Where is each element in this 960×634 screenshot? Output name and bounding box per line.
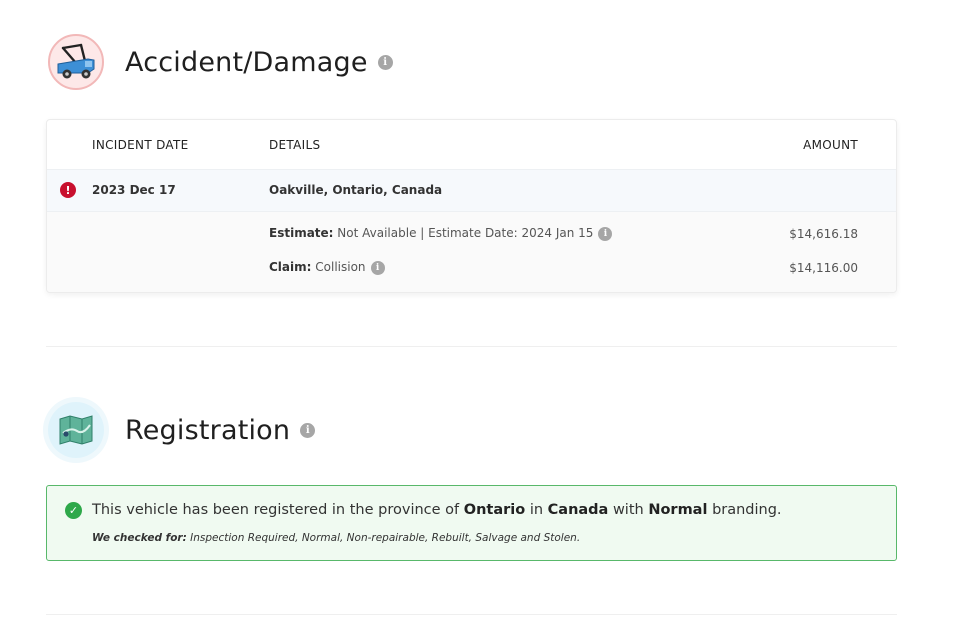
info-icon[interactable]: i xyxy=(370,260,385,275)
incident-details: Estimate: Not Available | Estimate Date:… xyxy=(47,212,896,292)
checked-for-list: Inspection Required, Normal, Non-repaira… xyxy=(190,532,581,544)
registration-message: This vehicle has been registered in the … xyxy=(92,502,782,518)
message-in: in xyxy=(529,502,544,518)
info-icon[interactable]: i xyxy=(300,422,316,438)
claim-label: Claim: xyxy=(269,260,312,274)
exclamation-circle-icon: ! xyxy=(60,182,76,198)
accident-section-header: Accident/Damage i xyxy=(48,34,393,90)
column-header-amount: AMOUNT xyxy=(803,138,858,152)
estimate-amount: $14,616.18 xyxy=(789,227,858,241)
claim-amount: $14,116.00 xyxy=(789,261,858,275)
message-prefix: This vehicle has been registered in the … xyxy=(92,502,460,518)
branding-status: Normal xyxy=(648,502,708,518)
estimate-value: Not Available | Estimate Date: 2024 Jan … xyxy=(337,226,594,240)
map-icon xyxy=(48,402,104,458)
estimate-label: Estimate: xyxy=(269,226,334,240)
message-with: with xyxy=(612,502,644,518)
message-suffix: branding. xyxy=(712,502,782,518)
table-row[interactable]: ! 2023 Dec 17 Oakville, Ontario, Canada xyxy=(47,169,896,212)
registration-status-box: ✓ This vehicle has been registered in th… xyxy=(46,485,897,561)
accident-table: INCIDENT DATE DETAILS AMOUNT ! 2023 Dec … xyxy=(46,119,897,293)
checked-for-note: We checked for: Inspection Required, Nor… xyxy=(92,532,580,544)
claim-line: Claim: Collision i xyxy=(269,260,385,275)
section-divider xyxy=(46,614,897,615)
claim-value: Collision xyxy=(315,260,366,274)
registration-section-header: Registration i xyxy=(48,402,316,458)
table-header-row: INCIDENT DATE DETAILS AMOUNT xyxy=(47,120,896,169)
province: Ontario xyxy=(463,502,526,518)
column-header-incident-date: INCIDENT DATE xyxy=(92,138,189,152)
country: Canada xyxy=(547,502,609,518)
section-title: Registration xyxy=(125,414,291,446)
page-title: Accident/Damage xyxy=(125,46,368,78)
checked-for-label: We checked for: xyxy=(92,532,187,544)
info-icon[interactable]: i xyxy=(377,54,393,70)
info-icon[interactable]: i xyxy=(598,226,613,241)
section-divider xyxy=(46,346,897,347)
incident-location: Oakville, Ontario, Canada xyxy=(269,183,443,197)
tow-truck-icon xyxy=(48,34,104,90)
incident-date: 2023 Dec 17 xyxy=(92,183,176,197)
check-circle-icon: ✓ xyxy=(65,502,82,519)
estimate-line: Estimate: Not Available | Estimate Date:… xyxy=(269,226,613,241)
column-header-details: DETAILS xyxy=(269,138,321,152)
